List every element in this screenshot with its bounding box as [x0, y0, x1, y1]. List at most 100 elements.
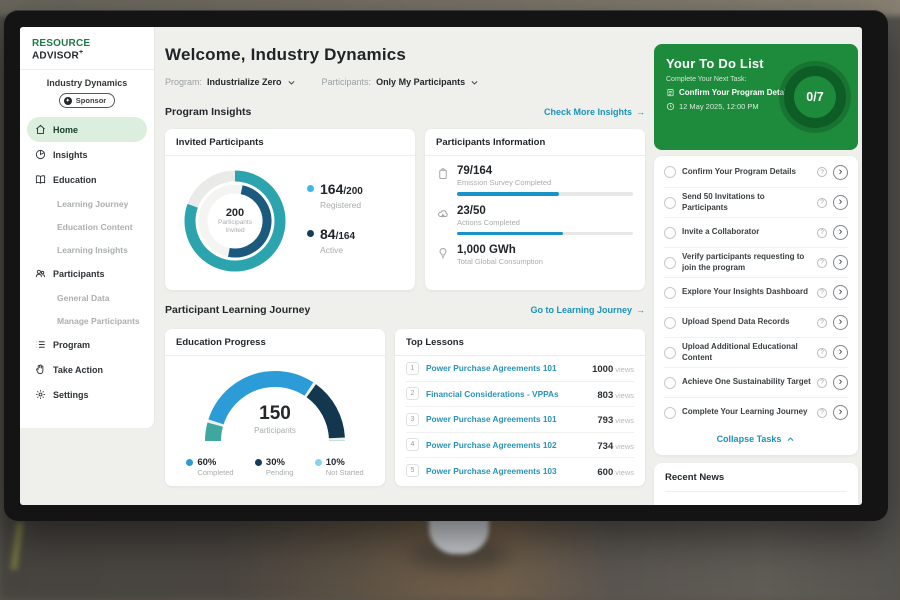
chevron-right-icon[interactable]: ›: [833, 255, 848, 270]
legend-pct: 30%: [266, 457, 294, 468]
participants-select[interactable]: Participants: Only My Participants: [322, 77, 480, 87]
page-title: Welcome, Industry Dynamics: [165, 45, 406, 65]
gauge-center: 150 Participants: [195, 403, 355, 435]
task-checkbox[interactable]: [664, 227, 676, 239]
lesson-row[interactable]: 5 Power Purchase Agreements 103 600views: [406, 458, 634, 484]
program-value: Industrialize Zero: [207, 77, 282, 87]
not-started-dot-icon: [315, 459, 322, 466]
participants-label: Participants:: [322, 77, 372, 87]
sidebar-item-learning-journey[interactable]: Learning Journey: [27, 192, 147, 215]
sidebar-item-education-content[interactable]: Education Content: [27, 215, 147, 238]
legend-label: Completed: [197, 468, 233, 477]
task-checkbox[interactable]: [664, 317, 676, 329]
sidebar-item-program[interactable]: Program: [27, 332, 147, 357]
task-checkbox[interactable]: [664, 257, 676, 269]
task-item[interactable]: Complete Your Learning Journey ? ›: [664, 397, 848, 427]
lesson-title-link[interactable]: Financial Considerations - VPPAs: [426, 389, 590, 399]
task-item[interactable]: Send 50 Invitations to Participants ? ›: [664, 187, 848, 217]
bulb-icon: [437, 247, 449, 259]
document-icon: [666, 88, 675, 97]
lesson-title-link[interactable]: Power Purchase Agreements 101: [426, 363, 585, 373]
sponsor-badge[interactable]: ✦ Sponsor: [59, 93, 115, 108]
task-label: Send 50 Invitations to Participants: [682, 192, 811, 213]
chevron-right-icon[interactable]: ›: [833, 375, 848, 390]
task-item[interactable]: Verify participants requesting to join t…: [664, 247, 848, 277]
task-label: Invite a Collaborator: [682, 227, 811, 237]
task-checkbox[interactable]: [664, 407, 676, 419]
chevron-down-icon: [287, 78, 296, 87]
org-name: Industry Dynamics: [20, 78, 154, 88]
sidebar-item-insights[interactable]: Insights: [27, 142, 147, 167]
task-item[interactable]: Upload Spend Data Records ? ›: [664, 307, 848, 337]
monitor-bezel: RESOURCE ADVISOR+ Industry Dynamics ✦ Sp…: [4, 10, 888, 521]
todo-due-date: 12 May 2025, 12:00 PM: [679, 102, 759, 111]
active-value: 84: [320, 226, 336, 242]
program-insights-header: Program Insights Check More Insights →: [165, 106, 645, 118]
stat-emission-survey: 79/164 Emission Survey Completed: [425, 156, 645, 196]
book-icon: [35, 174, 46, 185]
chevron-right-icon[interactable]: ›: [833, 345, 848, 360]
lesson-title-link[interactable]: Power Purchase Agreements 101: [426, 414, 590, 424]
info-icon[interactable]: ?: [817, 408, 827, 418]
sidebar-nav: Home Insights Education Learning Journey…: [20, 117, 154, 407]
task-item[interactable]: Achieve One Sustainability Target ? ›: [664, 367, 848, 397]
task-checkbox[interactable]: [664, 377, 676, 389]
lesson-rank: 1: [406, 362, 419, 375]
info-icon[interactable]: ?: [817, 167, 827, 177]
list-icon: [35, 339, 46, 350]
task-item[interactable]: Explore Your Insights Dashboard ? ›: [664, 277, 848, 307]
collapse-tasks-link[interactable]: Collapse Tasks: [664, 427, 848, 451]
task-checkbox[interactable]: [664, 166, 676, 178]
lesson-title-link[interactable]: Power Purchase Agreements 102: [426, 440, 590, 450]
chevron-right-icon[interactable]: ›: [833, 315, 848, 330]
sidebar-item-participants[interactable]: Participants: [27, 261, 147, 286]
sidebar-item-label: Manage Participants: [57, 316, 140, 326]
sidebar-item-education[interactable]: Education: [27, 167, 147, 192]
program-select[interactable]: Program: Industrialize Zero: [165, 77, 296, 87]
lesson-row[interactable]: 4 Power Purchase Agreements 102 734views: [406, 433, 634, 459]
task-item[interactable]: Confirm Your Program Details ? ›: [664, 157, 848, 187]
info-icon[interactable]: ?: [817, 318, 827, 328]
card-title: Invited Participants: [165, 129, 415, 156]
chevron-right-icon[interactable]: ›: [833, 195, 848, 210]
info-icon[interactable]: ?: [817, 288, 827, 298]
sidebar-item-label: Home: [53, 125, 78, 135]
task-checkbox[interactable]: [664, 197, 676, 209]
sidebar-item-label: Take Action: [53, 365, 103, 375]
task-item[interactable]: Invite a Collaborator ? ›: [664, 217, 848, 247]
registered-dot-icon: [307, 185, 314, 192]
sidebar-item-learning-insights[interactable]: Learning Insights: [27, 238, 147, 261]
task-item[interactable]: Upload Additional Educational Content ? …: [664, 337, 848, 367]
sidebar-item-label: General Data: [57, 293, 109, 303]
lesson-title-link[interactable]: Power Purchase Agreements 103: [426, 466, 590, 476]
info-icon[interactable]: ?: [817, 348, 827, 358]
chevron-down-icon: [470, 78, 479, 87]
task-checkbox[interactable]: [664, 347, 676, 359]
sidebar-item-home[interactable]: Home: [27, 117, 147, 142]
invited-donut-chart: 200 Participants Invited: [179, 165, 291, 277]
check-more-insights-link[interactable]: Check More Insights →: [544, 107, 645, 117]
lesson-row[interactable]: 2 Financial Considerations - VPPAs 803vi…: [406, 382, 634, 408]
sidebar-item-general-data[interactable]: General Data: [27, 286, 147, 309]
lesson-views-label: views: [615, 365, 634, 374]
chevron-right-icon[interactable]: ›: [833, 165, 848, 180]
chevron-right-icon[interactable]: ›: [833, 225, 848, 240]
chevron-right-icon[interactable]: ›: [833, 285, 848, 300]
sidebar-item-take-action[interactable]: Take Action: [27, 357, 147, 382]
info-icon[interactable]: ?: [817, 258, 827, 268]
lesson-row[interactable]: 3 Power Purchase Agreements 101 793views: [406, 407, 634, 433]
stat-value: 79/164: [457, 165, 633, 177]
go-to-learning-journey-link[interactable]: Go to Learning Journey →: [530, 305, 645, 315]
sidebar-item-manage-participants[interactable]: Manage Participants: [27, 309, 147, 332]
info-icon[interactable]: ?: [817, 228, 827, 238]
lesson-row[interactable]: 1 Power Purchase Agreements 101 1000view…: [406, 356, 634, 382]
info-icon[interactable]: ?: [817, 378, 827, 388]
lesson-rank: 4: [406, 438, 419, 451]
sidebar-item-settings[interactable]: Settings: [27, 382, 147, 407]
task-checkbox[interactable]: [664, 287, 676, 299]
task-label: Achieve One Sustainability Target: [682, 377, 811, 387]
filters-row: Program: Industrialize Zero Participants…: [165, 77, 479, 87]
home-icon: [35, 124, 46, 135]
info-icon[interactable]: ?: [817, 198, 827, 208]
chevron-right-icon[interactable]: ›: [833, 405, 848, 420]
